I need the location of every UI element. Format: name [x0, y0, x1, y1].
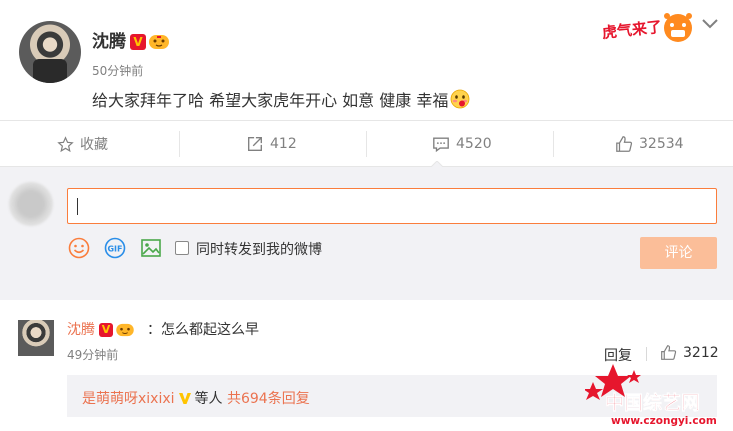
- watermark-url: www.czongyi.com: [611, 415, 717, 427]
- comment-like-count: 3212: [683, 344, 719, 361]
- comment-icon: [433, 137, 449, 152]
- divider: [646, 347, 647, 361]
- also-repost-checkbox[interactable]: [175, 241, 189, 255]
- author-name[interactable]: 沈腾: [92, 32, 126, 52]
- replies-summary-text: 是萌萌呀xixixi 等人 共694条回复: [82, 388, 310, 408]
- favorite-button[interactable]: 收藏: [57, 121, 108, 167]
- favorite-label: 收藏: [80, 137, 108, 153]
- post-text: 给大家拜年了哈 希望大家虎年开心 如意 健康 幸福: [92, 87, 470, 111]
- comment-compose-panel: GIF 同时转发到我的微博 评论: [0, 167, 733, 300]
- post-action-bar: 收藏 412 4520 32534: [0, 120, 733, 167]
- divider: [553, 131, 554, 157]
- also-repost-label[interactable]: 同时转发到我的微博: [196, 239, 322, 259]
- text-cursor: [77, 198, 78, 215]
- gif-icon[interactable]: GIF: [104, 237, 126, 259]
- comment-count: 4520: [456, 136, 492, 152]
- current-user-avatar[interactable]: [9, 182, 53, 226]
- repost-button[interactable]: 412: [246, 121, 297, 167]
- watermark-title: 中国综艺网: [605, 391, 700, 414]
- weibo-post: 沈腾 V 50分钟前 给大家拜年了哈 希望大家虎年开心 如意 健康 幸福 虎气来了: [0, 0, 733, 120]
- tiger-badge-icon: [116, 323, 134, 337]
- emoji-icon[interactable]: [68, 237, 90, 259]
- svg-text:虎气来了: 虎气来了: [601, 18, 663, 42]
- divider: [366, 131, 367, 157]
- svg-text:GIF: GIF: [107, 245, 122, 254]
- comment-input-box[interactable]: [67, 188, 717, 224]
- author-name-row: 沈腾 V: [92, 27, 170, 52]
- verified-badge-icon: V: [130, 34, 146, 50]
- thumbs-up-icon: [661, 345, 677, 360]
- divider: [179, 131, 180, 157]
- comment-text: ：怎么都起这么早: [147, 322, 259, 338]
- thumbs-up-icon: [616, 136, 633, 152]
- commenter-name[interactable]: 沈腾: [67, 322, 95, 338]
- comment-like-button[interactable]: 3212: [660, 344, 719, 361]
- tiger-badge-icon: [149, 35, 169, 49]
- chevron-down-icon[interactable]: [701, 18, 719, 30]
- post-content: 给大家拜年了哈 希望大家虎年开心 如意 健康 幸福: [92, 91, 449, 110]
- submit-comment-button[interactable]: 评论: [640, 237, 717, 269]
- commenter-name-row: 沈腾 V: [67, 319, 135, 339]
- comment-time: 49分钟前: [67, 348, 119, 362]
- blush-emoji-icon: [450, 89, 470, 109]
- like-count: 32534: [639, 136, 684, 152]
- verified-badge-icon: V: [99, 323, 113, 337]
- like-button[interactable]: 32534: [615, 121, 684, 167]
- reply-user-name[interactable]: 是萌萌呀xixixi: [82, 391, 175, 407]
- commenter-avatar[interactable]: [18, 320, 54, 356]
- star-icon: [57, 135, 74, 152]
- replies-count-link[interactable]: 共694条回复: [227, 391, 310, 407]
- site-watermark-logo: 中国综艺网 www.czongyi.com: [585, 364, 717, 427]
- post-time[interactable]: 50分钟前: [92, 62, 143, 79]
- tiger-deco-icon: 虎气来了: [601, 13, 692, 42]
- comment-input[interactable]: [68, 189, 716, 223]
- repost-icon: [248, 137, 262, 151]
- repost-count: 412: [270, 136, 297, 152]
- replies-mid-text: 等人: [194, 391, 223, 407]
- author-avatar[interactable]: [19, 21, 81, 83]
- image-icon[interactable]: [140, 237, 162, 259]
- verified-v-icon: [178, 393, 191, 404]
